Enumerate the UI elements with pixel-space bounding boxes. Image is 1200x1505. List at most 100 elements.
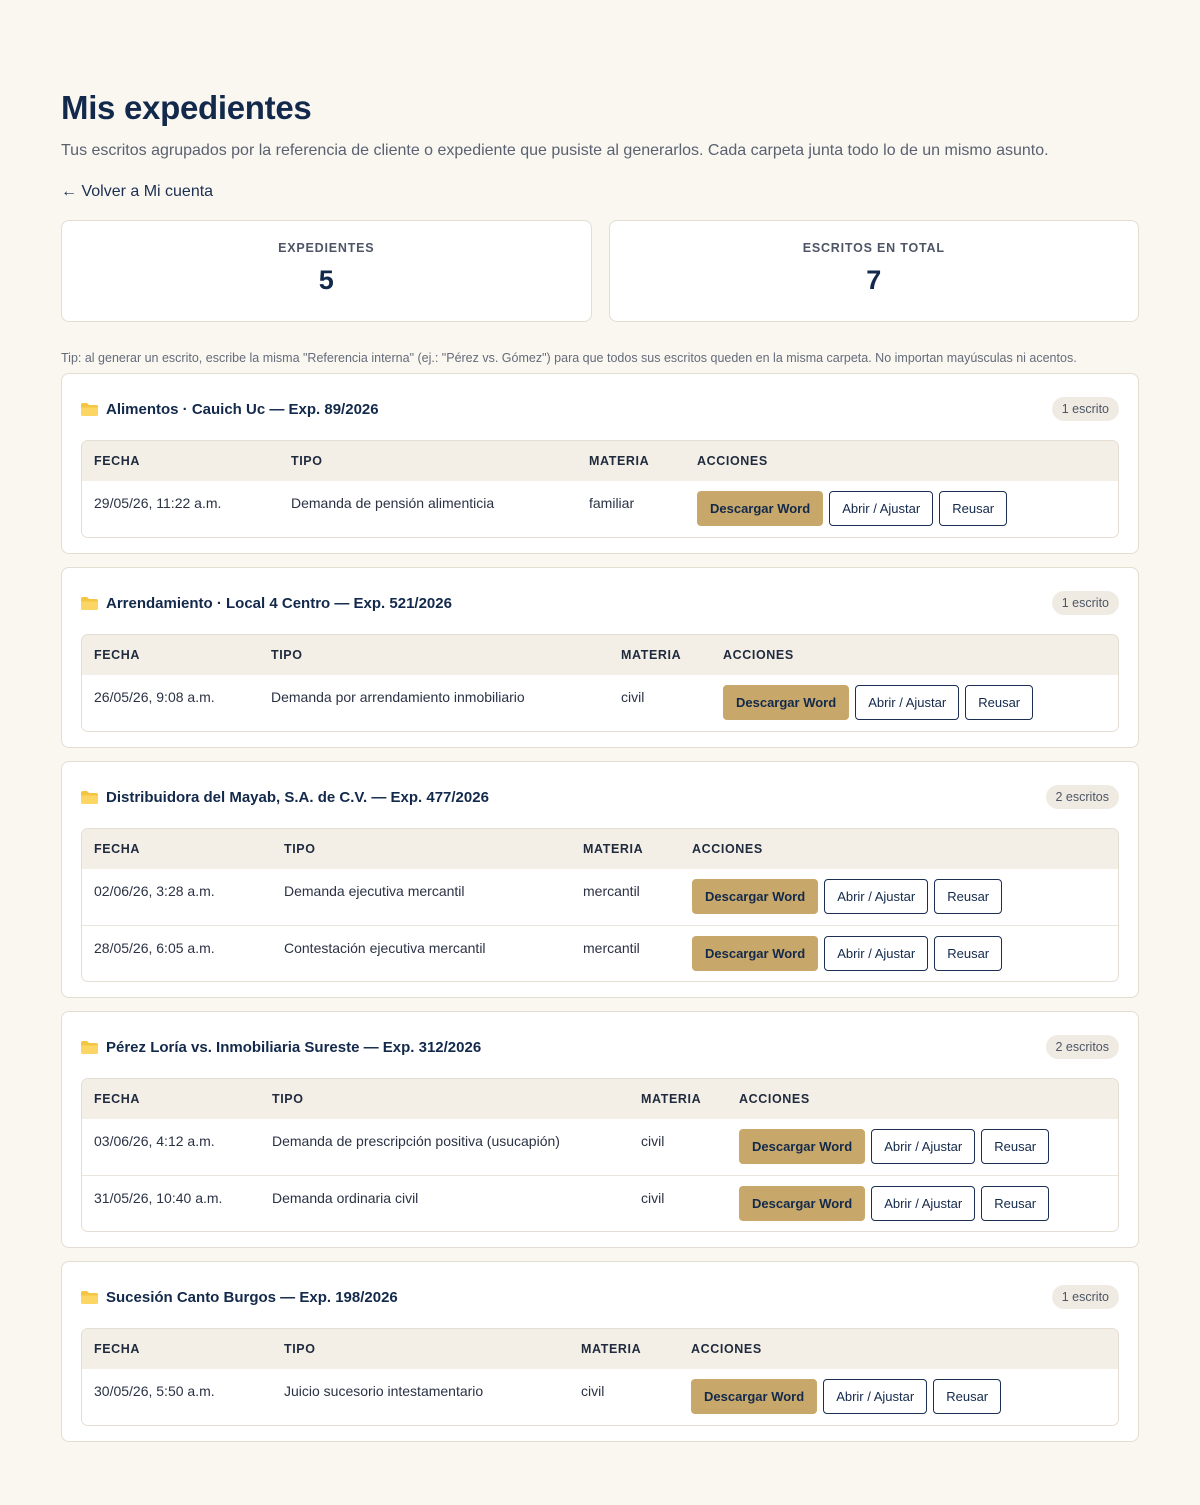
reuse-button[interactable]: Reusar — [965, 685, 1034, 720]
column-header-tipo: TIPO — [271, 648, 303, 662]
back-to-account-link[interactable]: ← Volver a Mi cuenta — [61, 181, 213, 203]
folder-count-badge: 1 escrito — [1051, 1285, 1119, 1309]
table-header: FECHA TIPO MATERIA ACCIONES — [82, 829, 1118, 869]
cell-fecha: 02/06/26, 3:28 a.m. — [94, 883, 215, 899]
row-actions: Descargar Word Abrir / Ajustar Reusar — [692, 869, 1003, 925]
reuse-button[interactable]: Reusar — [934, 879, 1003, 914]
open-adjust-button[interactable]: Abrir / Ajustar — [829, 491, 934, 526]
column-header-tipo: TIPO — [291, 454, 323, 468]
folder-card: Distribuidora del Mayab, S.A. de C.V. — … — [61, 761, 1139, 998]
cell-materia: civil — [641, 1133, 665, 1149]
open-adjust-button[interactable]: Abrir / Ajustar — [823, 1379, 928, 1414]
open-adjust-button[interactable]: Abrir / Ajustar — [871, 1129, 976, 1164]
row-actions: Descargar Word Abrir / Ajustar Reusar — [691, 1369, 1002, 1425]
cell-materia: civil — [621, 689, 645, 705]
folder-icon — [81, 596, 98, 610]
cell-fecha: 31/05/26, 10:40 a.m. — [94, 1190, 223, 1206]
cell-materia: mercantil — [583, 940, 640, 956]
download-word-button[interactable]: Descargar Word — [692, 936, 819, 971]
row-actions: Descargar Word Abrir / Ajustar Reusar — [739, 1176, 1050, 1231]
row-actions: Descargar Word Abrir / Ajustar Reusar — [739, 1119, 1050, 1175]
folder-title: Alimentos · Cauich Uc — Exp. 89/2026 — [81, 401, 379, 418]
column-header-acciones: ACCIONES — [739, 1092, 810, 1106]
column-header-acciones: ACCIONES — [692, 842, 763, 856]
download-word-button[interactable]: Descargar Word — [697, 491, 824, 526]
table-row: 28/05/26, 6:05 a.m. Contestación ejecutiv… — [82, 925, 1118, 981]
folder-title: Distribuidora del Mayab, S.A. de C.V. — … — [81, 789, 489, 806]
reuse-button[interactable]: Reusar — [934, 936, 1003, 971]
open-adjust-button[interactable]: Abrir / Ajustar — [824, 879, 929, 914]
stat-expedientes-label: EXPEDIENTES — [278, 241, 375, 255]
page-title: Mis expedientes — [61, 89, 312, 126]
folder-header: Arrendamiento · Local 4 Centro — Exp. 52… — [81, 590, 1119, 616]
folder-list: Alimentos · Cauich Uc — Exp. 89/2026 1 es… — [61, 373, 1139, 1442]
open-adjust-button[interactable]: Abrir / Ajustar — [871, 1186, 976, 1221]
open-adjust-button[interactable]: Abrir / Ajustar — [855, 685, 960, 720]
stat-escritos: ESCRITOS EN TOTAL 7 — [608, 220, 1139, 322]
folder-icon — [81, 790, 98, 804]
folder-icon — [81, 1040, 98, 1054]
folder-card: Pérez Loría vs. Inmobiliaria Sureste — E… — [61, 1011, 1139, 1248]
column-header-materia: MATERIA — [621, 648, 682, 662]
folder-icon — [81, 402, 98, 416]
download-word-button[interactable]: Descargar Word — [723, 685, 850, 720]
column-header-acciones: ACCIONES — [697, 454, 768, 468]
column-header-materia: MATERIA — [641, 1092, 702, 1106]
cell-tipo: Demanda ejecutiva mercantil — [284, 883, 465, 899]
cell-tipo: Juicio sucesorio intestamentario — [284, 1383, 484, 1399]
column-header-tipo: TIPO — [284, 1342, 316, 1356]
cell-tipo: Demanda por arrendamiento inmobiliario — [271, 689, 525, 705]
folder-header: Pérez Loría vs. Inmobiliaria Sureste — E… — [81, 1034, 1119, 1060]
column-header-fecha: FECHA — [94, 1342, 141, 1356]
column-header-fecha: FECHA — [94, 1092, 141, 1106]
cell-fecha: 03/06/26, 4:12 a.m. — [94, 1133, 215, 1149]
column-header-fecha: FECHA — [94, 842, 141, 856]
stats-row: EXPEDIENTES 5 ESCRITOS EN TOTAL 7 — [61, 220, 1139, 322]
folder-title: Sucesión Canto Burgos — Exp. 198/2026 — [81, 1289, 398, 1306]
column-header-fecha: FECHA — [94, 454, 141, 468]
column-header-materia: MATERIA — [583, 842, 644, 856]
folder-title-text: Distribuidora del Mayab, S.A. de C.V. — … — [106, 788, 489, 806]
folder-table: FECHA TIPO MATERIA ACCIONES 02/06/26, 3:28 a… — [81, 828, 1119, 982]
folder-card: Alimentos · Cauich Uc — Exp. 89/2026 1 es… — [61, 373, 1139, 554]
folder-title-text: Pérez Loría vs. Inmobiliaria Sureste — E… — [106, 1038, 482, 1056]
folder-table: FECHA TIPO MATERIA ACCIONES 03/06/26, 4:12 a… — [81, 1078, 1119, 1232]
cell-tipo: Demanda ordinaria civil — [272, 1190, 419, 1206]
row-actions: Descargar Word Abrir / Ajustar Reusar — [692, 926, 1003, 981]
open-adjust-button[interactable]: Abrir / Ajustar — [824, 936, 929, 971]
table-row: 29/05/26, 11:22 a.m. Demanda de pensión a… — [82, 481, 1118, 537]
table-row: 03/06/26, 4:12 a.m. Demanda de prescripci… — [82, 1119, 1118, 1175]
tip-text: Tip: al generar un escrito, escribe la m… — [61, 351, 1077, 365]
table-header: FECHA TIPO MATERIA ACCIONES — [82, 1079, 1118, 1119]
cell-tipo: Contestación ejecutiva mercantil — [284, 940, 486, 956]
page: Mis expedientes Tus escritos agrupados p… — [61, 88, 1139, 1442]
cell-tipo: Demanda de pensión alimenticia — [291, 495, 495, 511]
table-header: FECHA TIPO MATERIA ACCIONES — [82, 1329, 1118, 1369]
download-word-button[interactable]: Descargar Word — [739, 1186, 866, 1221]
folder-header: Distribuidora del Mayab, S.A. de C.V. — … — [81, 784, 1119, 810]
column-header-acciones: ACCIONES — [723, 648, 794, 662]
column-header-tipo: TIPO — [284, 842, 316, 856]
folder-title: Arrendamiento · Local 4 Centro — Exp. 52… — [81, 595, 452, 612]
column-header-materia: MATERIA — [589, 454, 650, 468]
folder-title-text: Arrendamiento · Local 4 Centro — Exp. 52… — [106, 594, 452, 612]
table-row: 26/05/26, 9:08 a.m. Demanda por arrendami… — [82, 675, 1118, 731]
folder-count-badge: 2 escritos — [1045, 785, 1119, 809]
download-word-button[interactable]: Descargar Word — [739, 1129, 866, 1164]
reuse-button[interactable]: Reusar — [939, 491, 1008, 526]
reuse-button[interactable]: Reusar — [981, 1129, 1050, 1164]
folder-table: FECHA TIPO MATERIA ACCIONES 30/05/26, 5:50 a… — [81, 1328, 1119, 1426]
cell-tipo: Demanda de prescripción positiva (usucap… — [272, 1133, 560, 1149]
stat-escritos-label: ESCRITOS EN TOTAL — [802, 241, 945, 255]
cell-materia: civil — [581, 1383, 605, 1399]
folder-table: FECHA TIPO MATERIA ACCIONES 29/05/26, 11:22 … — [81, 440, 1119, 538]
reuse-button[interactable]: Reusar — [981, 1186, 1050, 1221]
row-actions: Descargar Word Abrir / Ajustar Reusar — [697, 481, 1008, 537]
cell-fecha: 30/05/26, 5:50 a.m. — [94, 1383, 215, 1399]
column-header-materia: MATERIA — [581, 1342, 642, 1356]
download-word-button[interactable]: Descargar Word — [691, 1379, 818, 1414]
cell-fecha: 28/05/26, 6:05 a.m. — [94, 940, 215, 956]
folder-icon — [81, 1290, 98, 1304]
reuse-button[interactable]: Reusar — [933, 1379, 1002, 1414]
download-word-button[interactable]: Descargar Word — [692, 879, 819, 914]
